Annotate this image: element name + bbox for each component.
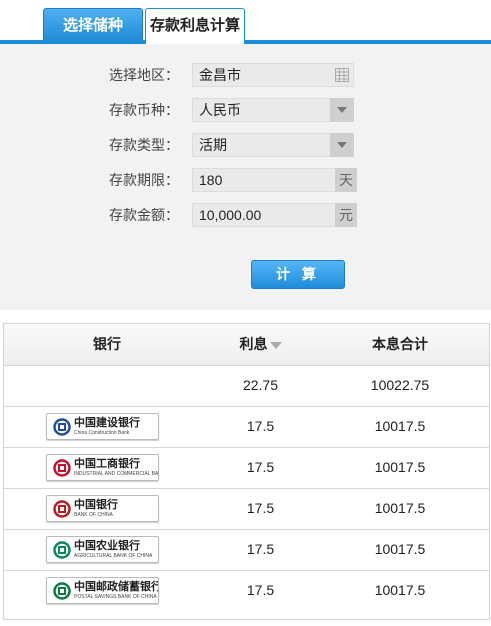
- bank-english-name: INDUSTRIAL AND COMMERCIAL BANK OF CHINA: [74, 471, 159, 477]
- total-cell: 10017.5: [374, 541, 426, 557]
- amount-input[interactable]: 10,000.00 元: [192, 203, 357, 227]
- term-input[interactable]: 180 天: [192, 168, 357, 192]
- bank-emblem-icon: [53, 459, 71, 477]
- tab-interest-calculator[interactable]: 存款利息计算: [145, 8, 245, 44]
- table-row: 中国邮政储蓄银行 POSTAL SAVINGS BANK OF CHINA 17.5…: [4, 570, 489, 611]
- term-unit: 天: [335, 168, 357, 192]
- header-interest[interactable]: 利息: [210, 324, 311, 365]
- bank-name: 中国工商银行: [74, 458, 140, 470]
- bank-name: 中国建设银行: [74, 417, 140, 429]
- currency-label: 存款币种：: [109, 102, 179, 118]
- bank-name: 中国农业银行: [74, 540, 140, 552]
- bank-english-name: China Construction Bank: [74, 430, 130, 436]
- bank-logo: 中国邮政储蓄银行 POSTAL SAVINGS BANK OF CHINA: [46, 577, 159, 604]
- table-row: 中国农业银行 AGRICULTURAL BANK OF CHINA 17.5 1001…: [4, 529, 489, 571]
- total-cell: 10017.5: [374, 418, 426, 434]
- bank-emblem-icon: [53, 582, 71, 600]
- table-row: 中国建设银行 China Construction Bank 17.5 10017.5: [4, 406, 489, 448]
- deposit-type-label: 存款类型：: [109, 137, 179, 153]
- interest-cell: 17.5: [246, 541, 275, 557]
- amount-unit: 元: [335, 203, 357, 227]
- deposit-type-value: 活期: [199, 137, 227, 153]
- bank-english-name: AGRICULTURAL BANK OF CHINA: [74, 553, 153, 559]
- interest-cell: 17.5: [246, 500, 275, 516]
- summary-row: 22.75 10022.75: [4, 365, 489, 407]
- deposit-type-row: 存款类型： 活期: [0, 133, 491, 157]
- results-table: 银行 利息 本息合计 22.75 10022.75 中国建设银行 China Co…: [3, 323, 490, 620]
- bank-logo: 中国工商银行INDUSTRIAL AND COMMERCIAL BANK OF …: [46, 454, 159, 481]
- term-value: 180: [199, 172, 223, 188]
- currency-value: 人民币: [199, 102, 241, 118]
- term-row: 存款期限： 180 天: [0, 168, 491, 192]
- summary-interest: 22.75: [242, 377, 279, 393]
- amount-row: 存款金额： 10,000.00 元: [0, 203, 491, 227]
- calculator-form: 选择地区： 金昌市 存款币种： 人民币 存款类型： 活期 存款期限： 180 天…: [0, 44, 491, 310]
- bank-emblem-icon: [53, 418, 71, 436]
- bank-name: 中国邮政储蓄银行: [74, 581, 159, 593]
- currency-select[interactable]: 人民币: [192, 98, 354, 122]
- bank-cell: 中国农业银行 AGRICULTURAL BANK OF CHINA: [4, 529, 210, 570]
- interest-cell: 17.5: [246, 418, 275, 434]
- region-value: 金昌市: [199, 67, 241, 83]
- total-cell: 10017.5: [374, 582, 426, 598]
- term-label: 存款期限：: [109, 172, 179, 188]
- bank-emblem-icon: [53, 541, 71, 559]
- currency-row: 存款币种： 人民币: [0, 98, 491, 122]
- region-row: 选择地区： 金昌市: [0, 63, 491, 87]
- tab-select-deposit-type[interactable]: 选择储种: [43, 8, 143, 42]
- chevron-down-icon[interactable]: [330, 98, 354, 122]
- table-row: 中国工商银行INDUSTRIAL AND COMMERCIAL BANK OF …: [4, 447, 489, 489]
- bank-name: 中国银行: [74, 499, 118, 511]
- amount-value: 10,000.00: [199, 207, 262, 223]
- bank-emblem-icon: [53, 500, 71, 518]
- bank-logo: 中国银行 BANK OF CHINA: [46, 495, 159, 522]
- calendar-grid-icon[interactable]: [335, 68, 349, 82]
- summary-total: 10022.75: [370, 377, 430, 393]
- bank-cell: 中国工商银行INDUSTRIAL AND COMMERCIAL BANK OF …: [4, 447, 210, 488]
- calculate-button[interactable]: 计 算: [251, 260, 345, 289]
- total-cell: 10017.5: [374, 459, 426, 475]
- interest-cell: 17.5: [246, 582, 275, 598]
- total-cell: 10017.5: [374, 500, 426, 516]
- amount-label: 存款金额：: [109, 207, 179, 223]
- chevron-down-icon[interactable]: [330, 133, 354, 157]
- bank-cell: 中国建设银行 China Construction Bank: [4, 406, 210, 447]
- bank-cell: 中国邮政储蓄银行 POSTAL SAVINGS BANK OF CHINA: [4, 570, 210, 611]
- region-picker[interactable]: 金昌市: [192, 63, 354, 87]
- bank-cell: 中国银行 BANK OF CHINA: [4, 488, 210, 529]
- bank-logo: 中国农业银行 AGRICULTURAL BANK OF CHINA: [46, 536, 159, 563]
- region-label: 选择地区：: [109, 67, 179, 83]
- interest-cell: 17.5: [246, 459, 275, 475]
- summary-bank: [4, 365, 210, 406]
- table-header: 银行 利息 本息合计: [4, 324, 489, 366]
- deposit-type-select[interactable]: 活期: [192, 133, 354, 157]
- tab-bar: 选择储种 存款利息计算: [0, 0, 491, 44]
- header-bank: 银行: [93, 336, 121, 352]
- bank-english-name: POSTAL SAVINGS BANK OF CHINA: [74, 594, 157, 600]
- bank-logo: 中国建设银行 China Construction Bank: [46, 413, 159, 440]
- header-total: 本息合计: [372, 336, 428, 352]
- table-row: 中国银行 BANK OF CHINA 17.5 10017.5: [4, 488, 489, 530]
- header-interest-label: 利息: [239, 336, 268, 352]
- bank-english-name: BANK OF CHINA: [74, 512, 113, 518]
- sort-down-icon[interactable]: [269, 341, 282, 349]
